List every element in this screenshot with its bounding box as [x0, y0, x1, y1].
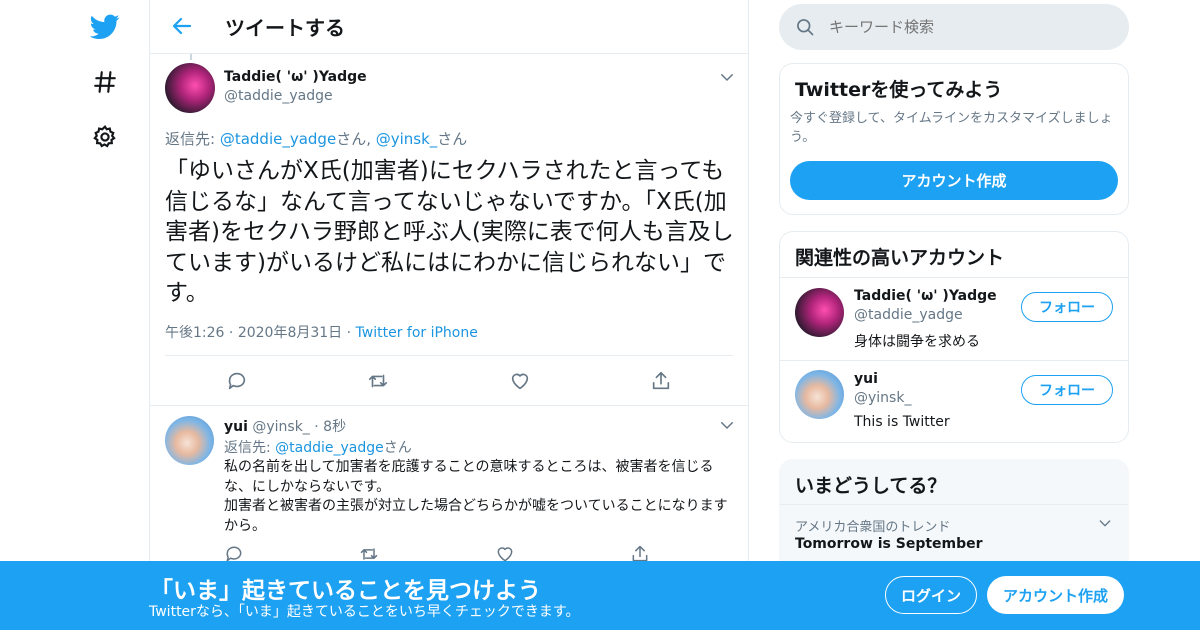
- account-name[interactable]: yui: [854, 371, 878, 387]
- page-header: ツイートする: [150, 0, 748, 54]
- meta-dot: ·: [314, 419, 319, 435]
- related-card-title: 関連性の高いアカウント: [795, 247, 1005, 269]
- account-bio: This is Twitter: [854, 414, 950, 430]
- reply-prefix: 返信先:: [224, 440, 276, 456]
- meta-dot: ·: [228, 325, 234, 341]
- reply-link-taddie[interactable]: @taddie_yadge: [220, 130, 336, 148]
- twitter-logo-icon[interactable]: [88, 10, 122, 44]
- signup-button[interactable]: アカウント作成: [987, 576, 1124, 614]
- banner-subtitle: Twitterなら、「いま」起きていることをいち早くチェックできます。: [149, 604, 580, 620]
- tweet-source-link[interactable]: Twitter for iPhone: [356, 325, 478, 341]
- reply-suffix: さん: [383, 440, 412, 456]
- reply-text-line: 加害者と被害者の主張が対立した場合どちらかが嘘をついていることになりますから。: [224, 498, 728, 534]
- like-heart-icon[interactable]: [509, 370, 531, 392]
- related-accounts-card: 関連性の高いアカウント Taddie( 'ω' )Yadge @taddie_y…: [779, 231, 1129, 443]
- trend-context: アメリカ合衆国のトレンド: [795, 520, 951, 535]
- reply-header: yui @yinsk_ · 8秒: [224, 416, 346, 436]
- tweet-date[interactable]: 2020年8月31日: [238, 325, 342, 341]
- login-button[interactable]: ログイン: [885, 576, 977, 614]
- signup-card-title: Twitterを使ってみよう: [795, 79, 1003, 101]
- tweet-text: 「ゆいさんがX氏(加害者)にセクハラされたと言っても信じるな」なんて言ってないじ…: [165, 158, 734, 306]
- page-title: ツイートする: [225, 16, 345, 40]
- back-arrow-icon[interactable]: [170, 14, 194, 38]
- author-name[interactable]: Taddie( 'ω' )Yadge: [224, 69, 367, 85]
- search-box[interactable]: [779, 4, 1129, 50]
- follow-button[interactable]: フォロー: [1021, 375, 1113, 405]
- trends-card-title: いまどうしてる？: [795, 475, 947, 497]
- reply-context: 返信先: @taddie_yadgeさん, @yinsk_さん: [165, 128, 467, 149]
- account-avatar[interactable]: [795, 370, 844, 419]
- reply-sep: さん,: [336, 130, 376, 148]
- reply-text: 私の名前を出して加害者を庇護することの意味するところは、被害者を信じるな、にしか…: [224, 458, 734, 536]
- account-name[interactable]: Taddie( 'ω' )Yadge: [854, 288, 997, 304]
- search-input[interactable]: [829, 14, 1109, 40]
- account-handle[interactable]: @taddie_yadge: [854, 307, 963, 323]
- account-bio: 身体は闘争を求める: [854, 334, 980, 350]
- follow-button[interactable]: フォロー: [1021, 292, 1113, 322]
- signup-card: Twitterを使ってみよう 今すぐ登録して、タイムラインをカスタマイズしましょ…: [779, 63, 1129, 215]
- reply-suffix: さん: [437, 130, 468, 148]
- thread-line: [190, 54, 192, 60]
- account-row[interactable]: Taddie( 'ω' )Yadge @taddie_yadge 身体は闘争を求…: [780, 278, 1128, 360]
- create-account-button[interactable]: アカウント作成: [790, 161, 1118, 200]
- chevron-down-icon[interactable]: [718, 68, 736, 86]
- trend-name[interactable]: Tomorrow is September: [795, 536, 983, 552]
- retweet-icon[interactable]: [367, 370, 389, 392]
- tweet-column: ツイートする Taddie( 'ω' )Yadge @taddie_yadge …: [149, 0, 749, 630]
- reply-prefix: 返信先:: [165, 130, 220, 148]
- banner-title: 「いま」起きていることを見つけよう: [150, 578, 541, 604]
- reply-author-name[interactable]: yui: [224, 419, 248, 435]
- reply-context: 返信先: @taddie_yadgeさん: [224, 437, 412, 457]
- divider: [165, 355, 733, 356]
- reply-author-handle[interactable]: @yinsk_: [252, 419, 309, 435]
- signup-banner: 「いま」起きていることを見つけよう Twitterなら、「いま」起きていることを…: [0, 561, 1200, 630]
- share-icon[interactable]: [650, 370, 672, 392]
- tweet-time[interactable]: 午後1:26: [165, 325, 224, 341]
- reply-text-line: 私の名前を出して加害者を庇護することの意味するところは、被害者を信じるな、にしか…: [224, 459, 714, 495]
- account-avatar[interactable]: [795, 288, 844, 337]
- reply-author-avatar[interactable]: [165, 416, 214, 465]
- reply-age[interactable]: 8秒: [323, 419, 346, 435]
- reply-link-yinsk[interactable]: @yinsk_: [376, 130, 438, 148]
- settings-gear-icon[interactable]: [88, 120, 122, 154]
- chevron-down-icon[interactable]: [1097, 515, 1113, 531]
- author-handle[interactable]: @taddie_yadge: [224, 88, 333, 104]
- tweet-meta: 午後1:26 · 2020年8月31日 · Twitter for iPhone: [165, 322, 478, 342]
- account-handle[interactable]: @yinsk_: [854, 390, 911, 406]
- reply-icon[interactable]: [226, 370, 248, 392]
- divider: [780, 504, 1128, 505]
- search-icon: [795, 17, 815, 37]
- reply-link-taddie[interactable]: @taddie_yadge: [275, 440, 384, 456]
- meta-dot: ·: [346, 325, 352, 341]
- chevron-down-icon[interactable]: [718, 416, 736, 434]
- explore-hashtag-icon[interactable]: [88, 65, 122, 99]
- account-row[interactable]: yui @yinsk_ This is Twitter フォロー: [780, 361, 1128, 442]
- signup-card-desc: 今すぐ登録して、タイムラインをカスタマイズしましょう。: [790, 111, 1113, 145]
- author-avatar[interactable]: [165, 63, 215, 113]
- divider: [150, 405, 748, 406]
